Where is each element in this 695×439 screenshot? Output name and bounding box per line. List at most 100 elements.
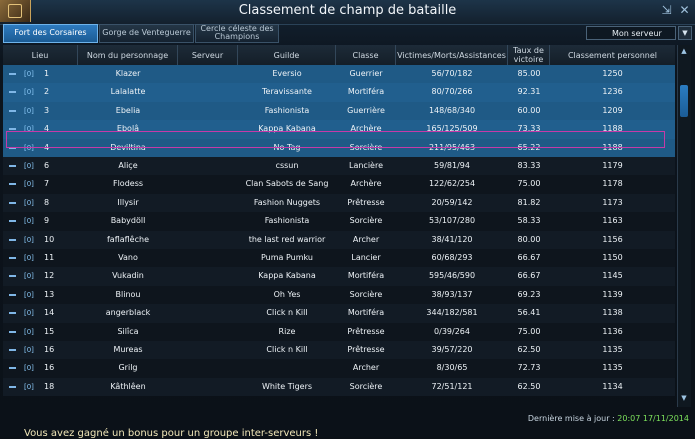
winrate-cell: 92.31	[517, 87, 541, 97]
rank-cell: 15	[44, 326, 55, 336]
tier-label: [0]	[24, 217, 34, 226]
rating-cell: 1138	[602, 308, 623, 318]
chat-message: Vous avez gagné un bonus pour un groupe …	[24, 428, 319, 439]
name-cell: Ebelia	[115, 105, 141, 115]
rank-cell: 11	[44, 253, 55, 262]
rank-change-icon	[9, 128, 16, 131]
expand-icon[interactable]: ⇲	[659, 3, 674, 18]
col-rating[interactable]: Classement personnel	[550, 45, 675, 65]
scroll-up-icon[interactable]: ▲	[679, 47, 689, 57]
guild-cell: the last red warrior	[248, 234, 326, 244]
tier-label: [0]	[24, 254, 34, 262]
rank-change-icon	[9, 183, 16, 186]
table-row[interactable]: [0] 13 Blinou Oh Yes Sorcière 38/93/137 69.23 1…	[3, 285, 675, 305]
scroll-down-icon[interactable]: ▼	[679, 394, 689, 404]
rating-cell: 1139	[602, 289, 623, 299]
table-row[interactable]: [0] 16 Grilg Archer 8/30/65 72.73 1135	[3, 359, 675, 378]
table-row[interactable]: [0] 11 Vano Puma Pumku Lancier 60/68/293 66.67…	[3, 249, 675, 268]
col-winrate[interactable]: Taux de victoire	[508, 45, 550, 65]
name-cell: Vukadin	[112, 271, 144, 281]
guild-cell: Fashionista	[264, 105, 310, 115]
kda-cell: 344/182/581	[426, 308, 478, 318]
table-row[interactable]: [0] 10 faflaflêche the last red warrior Arch…	[3, 230, 675, 249]
tab-cercle-celeste[interactable]: Cercle céleste des Champions	[195, 24, 279, 43]
winrate-cell: 73.33	[517, 124, 541, 134]
scrollbar[interactable]: ▲ ▼	[677, 45, 691, 407]
table-row[interactable]: [0] 3 Ebelia Fashionista Guerrière 148/68/340…	[3, 101, 675, 121]
table-row[interactable]: [0] 7 Flodess Clan Sabots de Sang Archère 122…	[3, 175, 675, 194]
guild-cell: Teravissante	[262, 87, 312, 97]
rating-cell: 1135	[602, 345, 623, 354]
col-name[interactable]: Nom du personnage	[78, 45, 178, 65]
table-row[interactable]: [0] 4 Ebolâ Kappa Kabana Archère 165/125/509 7…	[3, 120, 675, 139]
guild-cell: Puma Pumku	[261, 253, 313, 262]
server-cell	[178, 194, 238, 212]
chevron-down-icon[interactable]: ▼	[678, 26, 692, 40]
server-cell	[178, 65, 238, 83]
winrate-cell: 66.67	[517, 271, 541, 281]
col-guild[interactable]: Guilde	[238, 45, 336, 65]
rank-cell: 6	[44, 161, 50, 170]
window-title: Classement de champ de bataille	[238, 3, 457, 18]
col-class[interactable]: Classe	[336, 45, 396, 65]
col-server[interactable]: Serveur	[178, 45, 238, 65]
cls-cell: Guerrier	[349, 69, 383, 78]
server-cell	[178, 83, 238, 101]
table-row[interactable]: [0] 16 Mureas Click n Kill Prêtresse 39/57/22…	[3, 341, 675, 360]
table-row[interactable]: [0] 18 Kâthlêen White Tigers Sorcière 72/51/1…	[3, 377, 675, 397]
col-rank[interactable]: Lieu	[3, 45, 78, 65]
winrate-cell: 75.00	[517, 179, 541, 189]
winrate-cell: 62.50	[517, 345, 541, 354]
cls-cell: Prêtresse	[347, 197, 385, 207]
table-row[interactable]: [0] 12 Vukadin Kappa Kabana Mortiféra 595/46/…	[3, 267, 675, 286]
rank-change-icon	[9, 367, 16, 370]
table-row[interactable]: [0] 14 angerblack Click n Kill Mortiféra 344/…	[3, 304, 675, 323]
rank-cell: 14	[44, 308, 55, 318]
rating-cell: 1209	[602, 105, 623, 115]
guild-cell: Oh Yes	[273, 289, 301, 299]
guild-cell: Fashion Nuggets	[253, 197, 321, 207]
name-cell: angerblack	[105, 308, 151, 318]
kda-cell: 8/30/65	[436, 363, 468, 373]
table-row[interactable]: [0] 2 Lalalatte Teravissante Mortiféra 80/70/…	[3, 83, 675, 102]
table-row[interactable]: [0] 15 Silîca Rize Prêtresse 0/39/264 75.00 113…	[3, 322, 675, 341]
kda-cell: 39/57/220	[431, 345, 473, 354]
table-row[interactable]: [0] 6 Aliçe cssun Lancière 59/81/94 83.33 1179	[3, 157, 675, 176]
rank-change-icon	[9, 330, 16, 333]
guild-cell: White Tigers	[261, 381, 313, 391]
tier-label: [0]	[24, 364, 34, 373]
guild-cell: Fashionista	[264, 216, 310, 226]
name-cell: Klazer	[115, 69, 141, 78]
tab-gorge-de-venteguerre[interactable]: Gorge de Venteguerre	[99, 24, 194, 43]
server-cell	[178, 359, 238, 377]
tier-label: [0]	[24, 70, 34, 78]
name-cell: Grilg	[118, 363, 138, 373]
server-select[interactable]: Mon serveur	[586, 26, 676, 40]
rank-change-icon	[9, 275, 16, 278]
rating-cell: 1135	[602, 363, 623, 373]
rank-change-icon	[9, 109, 16, 112]
table-row[interactable]: [0] 9 Babydöll Fashionista Sorcière 53/107/28…	[3, 212, 675, 231]
server-cell	[178, 323, 238, 341]
tier-label: [0]	[24, 309, 34, 318]
close-icon[interactable]: ✕	[677, 3, 692, 18]
tier-label: [0]	[24, 180, 34, 189]
col-kda[interactable]: Victimes/Morts/Assistances	[396, 45, 508, 65]
rating-cell: 1188	[602, 124, 623, 134]
tier-label: [0]	[24, 346, 34, 354]
rank-cell: 2	[44, 87, 50, 97]
table-row[interactable]: [0] 8 Illysir Fashion Nuggets Prêtresse 20/59…	[3, 193, 675, 213]
rating-cell: 1236	[602, 87, 623, 97]
rank-cell: 9	[44, 216, 50, 226]
kda-cell: 60/68/293	[431, 253, 473, 262]
tab-fort-des-corsaires[interactable]: Fort des Corsaires	[3, 24, 98, 43]
table-header: Lieu Nom du personnage Serveur Guilde Cl…	[3, 45, 675, 66]
scroll-thumb[interactable]	[680, 85, 688, 117]
kda-cell: 122/62/254	[428, 179, 476, 189]
rating-cell: 1145	[602, 271, 623, 281]
tier-label: [0]	[24, 143, 34, 152]
table-row[interactable]: [0] 4 Deviltina No Tag Sorcière 211/95/463 65.…	[3, 138, 675, 157]
guild-cell: cssun	[275, 161, 299, 170]
name-cell: Illysir	[117, 197, 139, 207]
table-row[interactable]: [0] 1 Klazer Eversio Guerrier 56/70/182 85.00 1…	[3, 65, 675, 84]
